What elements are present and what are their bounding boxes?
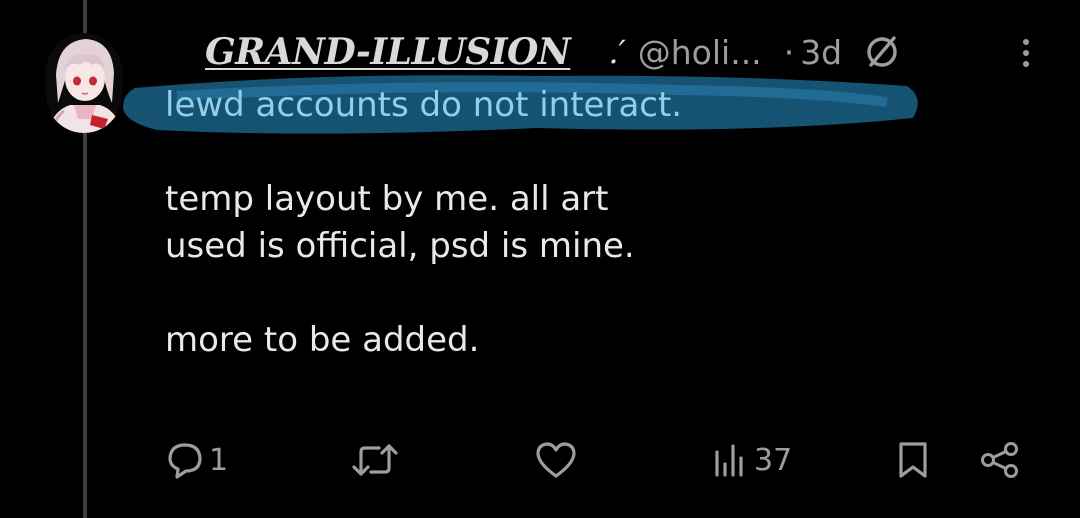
null-symbol-icon	[864, 34, 900, 70]
share-icon	[977, 440, 1023, 480]
post-text-line-2: temp layout by me. all art	[165, 179, 609, 219]
bookmark-icon	[893, 440, 933, 480]
avatar[interactable]	[46, 33, 122, 133]
reply-count: 1	[209, 442, 229, 478]
action-bar: 1 37	[165, 436, 1035, 484]
post-time[interactable]: 3d	[800, 33, 842, 72]
reply-icon	[165, 440, 205, 480]
heart-icon	[534, 440, 578, 480]
post-body: lewd accounts do not interact. temp layo…	[123, 75, 1045, 364]
post-text-line-4: more to be added.	[165, 320, 480, 360]
post[interactable]: GRAND-ILLUSION .′ @holi... · 3d lewd acc…	[0, 0, 1080, 518]
like-button[interactable]	[534, 436, 582, 484]
user-handle[interactable]: @holi...	[638, 33, 762, 72]
separator-dot: ·	[783, 32, 795, 72]
avatar-image	[46, 33, 122, 133]
post-text-line-1: lewd accounts do not interact.	[165, 85, 683, 125]
share-button[interactable]	[977, 436, 1023, 484]
retweet-button[interactable]	[351, 436, 403, 484]
more-vertical-icon[interactable]	[1016, 34, 1036, 74]
highlighted-line: lewd accounts do not interact.	[123, 75, 918, 134]
display-name[interactable]: GRAND-ILLUSION	[205, 31, 571, 73]
views-bar-chart-icon	[710, 440, 750, 480]
post-text-line-3: used is official, psd is mine.	[165, 226, 635, 266]
views-count: 37	[754, 442, 793, 478]
bookmark-button[interactable]	[893, 436, 933, 484]
reply-button[interactable]: 1	[165, 436, 228, 484]
retweet-icon	[351, 440, 399, 480]
views-button[interactable]: 37	[710, 436, 792, 484]
name-symbol: .′	[608, 33, 626, 71]
